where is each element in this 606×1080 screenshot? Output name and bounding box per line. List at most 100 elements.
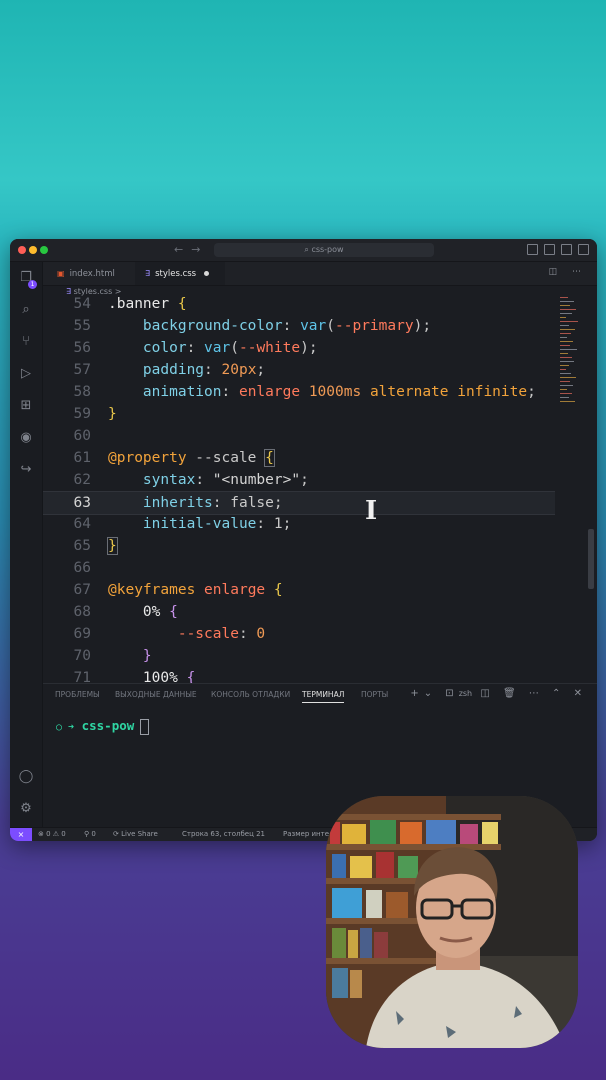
code-token: animation (142, 384, 222, 400)
code-token: enlarge (238, 384, 301, 400)
run-debug-icon[interactable]: ▷ (18, 366, 34, 382)
toggle-secondary-sidebar-icon[interactable] (561, 244, 572, 255)
new-terminal-icon[interactable]: +⌄ (410, 688, 437, 699)
code-line[interactable]: 70 } (43, 645, 555, 667)
code-token: --scale (186, 450, 266, 466)
code-line[interactable]: 64 initial-value: 1; (43, 513, 555, 535)
source-control-icon[interactable]: ⑂ (18, 334, 34, 350)
shell-name[interactable]: zsh (459, 689, 472, 698)
code-text: } (108, 645, 152, 667)
maximize-panel-icon[interactable]: ⌃ (552, 688, 565, 699)
split-terminal-icon[interactable]: ◫ (480, 688, 494, 699)
live-share-icon[interactable]: ↪ (18, 462, 34, 478)
editor-scrollbar[interactable] (588, 529, 594, 589)
code-token: 20px (221, 362, 257, 378)
vscode-window: ←→ ⌕ css-pow ❐ 1 ⌕ ⑂ ▷ ⊞ ◉ ↪ ◯ ⚙ ▣ index.… (10, 239, 597, 841)
ports-count[interactable]: ⚲ 0 (84, 830, 96, 838)
settings-gear-icon[interactable]: ⚙ (18, 801, 34, 817)
minimize-window-button[interactable] (29, 246, 37, 254)
close-window-button[interactable] (18, 246, 26, 254)
tab-output[interactable]: ВЫХОДНЫЕ ДАННЫЕ (115, 690, 197, 699)
line-number: 63 (73, 495, 91, 511)
minimap-line (560, 377, 576, 378)
live-share-button[interactable]: ⟳ Live Share (113, 830, 158, 838)
code-text: } (108, 403, 117, 425)
code-token: : (256, 516, 274, 532)
close-panel-icon[interactable]: ✕ (574, 688, 587, 699)
css-file-icon: ∃ (145, 269, 151, 278)
navigation-arrows[interactable]: ←→ (174, 243, 208, 256)
line-number: 62 (73, 472, 91, 488)
minimap[interactable] (558, 297, 586, 427)
tab-ports[interactable]: ПОРТЫ (361, 690, 388, 699)
code-token: ); (300, 340, 318, 356)
code-line[interactable]: 60 (43, 425, 555, 447)
toggle-panel-icon[interactable] (544, 244, 555, 255)
code-line[interactable]: 54 .banner { (43, 297, 555, 315)
code-token: 1 (273, 516, 283, 532)
code-line[interactable]: 56 color: var(--white); (43, 337, 555, 359)
minimap-line (560, 345, 570, 346)
code-line[interactable]: 65} (43, 535, 555, 557)
remote-indicator-icon[interactable]: ⨯ (10, 828, 32, 841)
code-line[interactable]: 69 --scale: 0 (43, 623, 555, 645)
breadcrumb-separator: > (114, 287, 122, 296)
search-icon[interactable]: ⌕ (18, 302, 34, 318)
cursor-position[interactable]: Строка 63, столбец 21 (182, 830, 265, 838)
unsaved-dot-icon[interactable] (204, 271, 210, 276)
code-line[interactable]: 62 syntax: "<number>"; (43, 469, 555, 491)
code-line[interactable]: 55 background-color: var(--primary); (43, 315, 555, 337)
customize-layout-icon[interactable] (578, 244, 589, 255)
minimap-line (560, 321, 578, 322)
code-line[interactable]: 71 100% { (43, 667, 555, 684)
line-number: 55 (73, 318, 91, 334)
tab-styles-css[interactable]: ∃ styles.css (135, 262, 225, 285)
minimap-line (560, 333, 571, 334)
indentation[interactable]: Размер инте (283, 830, 329, 838)
code-line[interactable]: 67 @keyframes enlarge { (43, 579, 555, 601)
code-line[interactable]: 61 @property --scale { (43, 447, 555, 469)
code-line[interactable]: 63 inherits: false; (43, 491, 555, 515)
extensions-icon[interactable]: ⊞ (18, 398, 34, 414)
code-editor[interactable]: 54 .banner {55 background-color: var(--pr… (43, 297, 555, 684)
breadcrumb-file[interactable]: styles.css (74, 287, 113, 296)
line-number: 57 (73, 362, 91, 378)
code-token: color (142, 340, 187, 356)
line-number: 61 (73, 450, 91, 466)
activity-bar: ❐ 1 ⌕ ⑂ ▷ ⊞ ◉ ↪ ◯ ⚙ (10, 262, 43, 841)
tab-index-html[interactable]: ▣ index.html (47, 262, 139, 285)
github-icon[interactable]: ◉ (18, 430, 34, 446)
code-token: : (212, 495, 231, 511)
code-token: ; (300, 472, 309, 488)
prompt-directory: css-pow (81, 718, 135, 733)
code-token: ); (413, 318, 432, 334)
tab-problems[interactable]: ПРОБЛЕМЫ (55, 690, 100, 699)
code-line[interactable]: 57 padding: 20px; (43, 359, 555, 381)
maximize-window-button[interactable] (40, 246, 48, 254)
more-actions-icon[interactable]: ⋯ (529, 688, 544, 699)
breadcrumb[interactable]: ∃ styles.css > (66, 287, 122, 296)
code-line[interactable]: 58 animation: enlarge 1000ms alternate i… (43, 381, 555, 403)
command-center-search[interactable]: ⌕ css-pow (214, 243, 434, 257)
code-token: : (204, 362, 222, 378)
html-file-icon: ▣ (57, 269, 65, 278)
code-token: } (107, 537, 118, 555)
account-icon[interactable]: ◯ (18, 769, 34, 785)
trash-icon[interactable]: 🗑 (503, 688, 521, 699)
tab-debug-console[interactable]: КОНСОЛЬ ОТЛАДКИ (211, 690, 290, 699)
code-token: 100% (142, 670, 178, 684)
editor-actions[interactable]: ◫ ⋯ (549, 267, 587, 277)
tab-terminal[interactable]: ТЕРМИНАЛ (302, 690, 345, 703)
code-token: --primary (335, 318, 414, 334)
toggle-sidebar-icon[interactable] (527, 244, 538, 255)
title-bar: ←→ ⌕ css-pow (10, 239, 597, 262)
problems-count[interactable]: ⊗ 0 ⚠ 0 (38, 830, 66, 838)
code-line[interactable]: 66 (43, 557, 555, 579)
code-token: : (238, 626, 257, 642)
code-line[interactable]: 68 0% { (43, 601, 555, 623)
terminal-prompt[interactable]: ○ ➜ css-pow (56, 718, 150, 735)
code-line[interactable]: 59} (43, 403, 555, 425)
